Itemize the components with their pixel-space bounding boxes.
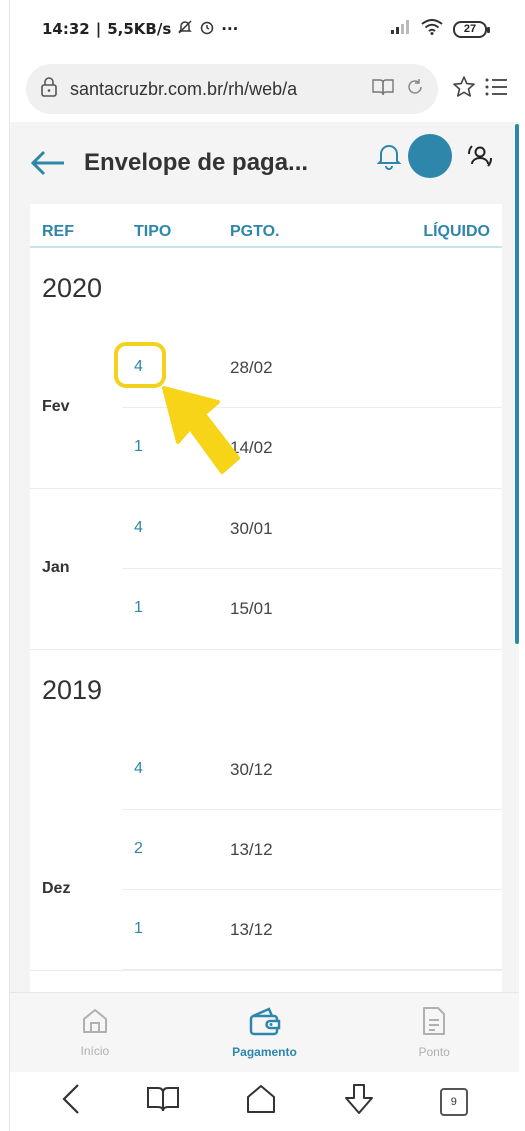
pgto-date: 30/12 xyxy=(230,760,273,779)
pgto-date: 30/01 xyxy=(230,519,273,538)
month-group: Dez 4 30/12 2 13/12 1 13/12 xyxy=(30,730,502,971)
address-bar[interactable]: santacruzbr.com.br/rh/web/a xyxy=(26,64,438,114)
system-navigation-bar: 9 xyxy=(10,1072,519,1131)
bell-muted-icon xyxy=(177,19,193,39)
back-icon[interactable] xyxy=(61,1083,81,1120)
column-header-ref[interactable]: REF xyxy=(42,223,74,241)
tipo-value[interactable]: 1 xyxy=(134,599,143,617)
document-icon xyxy=(421,1006,447,1039)
tipo-value[interactable]: 4 xyxy=(134,760,143,778)
signal-icon xyxy=(391,19,411,39)
nav-item-pagamento[interactable]: Pagamento xyxy=(180,993,350,1072)
bottom-navigation: Início Pagamento Ponto xyxy=(10,992,519,1072)
nav-label-ponto: Ponto xyxy=(418,1045,450,1059)
nav-item-inicio[interactable]: Início xyxy=(10,993,180,1072)
browser-toolbar: santacruzbr.com.br/rh/web/a xyxy=(10,58,519,120)
user-avatar[interactable] xyxy=(408,134,452,178)
status-left: 14:32 | 5,5KB/s ··· xyxy=(42,19,238,39)
home-icon[interactable] xyxy=(245,1083,277,1120)
tipo-value[interactable]: 2 xyxy=(134,840,143,858)
column-header-liquido[interactable]: LÍQUIDO xyxy=(423,223,490,241)
lock-icon xyxy=(40,76,58,102)
frame-edge xyxy=(519,0,525,1131)
tipo-value[interactable]: 1 xyxy=(134,920,143,938)
column-header-pgto[interactable]: PGTO. xyxy=(230,223,280,241)
payment-row[interactable]: 4 30/12 xyxy=(122,730,502,810)
battery-indicator: 27 xyxy=(453,20,490,38)
nav-label-pagamento: Pagamento xyxy=(232,1045,297,1059)
reader-mode-icon[interactable] xyxy=(372,78,394,101)
status-time: 14:32 xyxy=(42,20,90,38)
status-speed: 5,5KB/s xyxy=(107,20,172,38)
month-label: Jan xyxy=(42,559,70,576)
column-header-tipo[interactable]: TIPO xyxy=(134,223,171,241)
pgto-date: 13/12 xyxy=(230,840,273,859)
highlight-box xyxy=(114,342,166,388)
bookmarks-book-icon[interactable] xyxy=(147,1086,180,1117)
payment-row[interactable]: 2 13/12 xyxy=(122,810,502,890)
page-title: Envelope de paga... xyxy=(84,149,309,176)
reload-icon[interactable] xyxy=(406,78,424,101)
tabs-button[interactable]: 9 xyxy=(439,1087,468,1116)
star-icon[interactable] xyxy=(452,75,476,104)
browser-actions xyxy=(452,75,508,104)
frame-edge xyxy=(0,0,10,1131)
month-label: Fev xyxy=(42,398,70,415)
app-content: Envelope de paga... REF TIPO PGTO. LÍQUI… xyxy=(10,122,519,992)
nav-item-ponto[interactable]: Ponto xyxy=(349,993,519,1072)
pgto-date: 13/12 xyxy=(230,920,273,939)
wifi-icon xyxy=(421,18,443,40)
pgto-date: 28/02 xyxy=(230,358,273,377)
payment-row[interactable]: 1 13/12 xyxy=(122,890,502,970)
tipo-value[interactable]: 4 xyxy=(134,519,143,537)
tipo-value[interactable]: 1 xyxy=(134,438,143,456)
payroll-card: REF TIPO PGTO. LÍQUIDO 2020 Fev 4 28/02 … xyxy=(30,204,502,992)
pgto-date: 15/01 xyxy=(230,599,273,618)
alarm-icon xyxy=(199,19,215,39)
menu-list-icon[interactable] xyxy=(484,76,508,103)
month-group: Jan 4 30/01 1 15/01 xyxy=(30,489,502,650)
year-heading: 2019 xyxy=(42,674,103,705)
nav-label-inicio: Início xyxy=(80,1044,110,1058)
back-arrow-icon[interactable] xyxy=(30,149,66,177)
table-header: REF TIPO PGTO. LÍQUIDO xyxy=(30,204,502,248)
status-right: 27 xyxy=(391,18,490,40)
month-label: Dez xyxy=(42,880,71,897)
year-heading: 2020 xyxy=(42,272,103,303)
status-bar: 14:32 | 5,5KB/s ··· 27 xyxy=(10,0,519,58)
month-group: Fev 4 28/02 1 14/02 xyxy=(30,328,502,489)
payment-row[interactable]: 1 15/01 xyxy=(122,569,502,649)
status-more: ··· xyxy=(221,20,239,38)
switch-user-icon[interactable] xyxy=(466,142,494,175)
pointer-arrow-icon xyxy=(160,384,242,481)
payment-row[interactable]: 4 30/01 xyxy=(122,489,502,569)
wallet-icon xyxy=(249,1006,281,1039)
url-text[interactable]: santacruzbr.com.br/rh/web/a xyxy=(70,79,360,100)
status-separator: | xyxy=(95,20,102,38)
home-icon xyxy=(81,1007,109,1038)
download-icon[interactable] xyxy=(344,1083,374,1120)
notification-bell-icon[interactable] xyxy=(376,142,402,175)
